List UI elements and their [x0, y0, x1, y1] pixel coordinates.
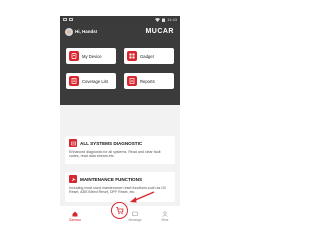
reports-button[interactable]: Reports — [124, 73, 174, 89]
coverage-list-label: Coverage List — [82, 78, 108, 84]
tab-label: Mine — [161, 218, 169, 222]
status-notification-icons — [63, 18, 73, 21]
brand-logo: MUCAR — [145, 28, 174, 35]
device-icon — [69, 51, 79, 61]
diagnostic-icon — [69, 139, 77, 147]
card-title: MAINTENANCE FUNCTIONS — [80, 176, 143, 182]
coverage-icon — [69, 76, 79, 86]
reports-label: Reports — [140, 78, 155, 84]
my-device-button[interactable]: My Device — [66, 48, 116, 64]
gadget-label: Gadget — [140, 53, 154, 59]
home-icon — [72, 211, 78, 217]
card-title: ALL SYSTEMS DIAGNOSTIC — [80, 140, 143, 146]
notification-icon — [69, 18, 73, 21]
notification-icon — [63, 18, 67, 21]
app-screen: 11:43 Hi, Hands! MUCAR My Device Gadget … — [60, 16, 180, 224]
greeting-text: Hi, Hands! — [75, 29, 98, 34]
maintenance-functions-card[interactable]: MAINTENANCE FUNCTIONS Including most use… — [65, 172, 175, 202]
my-device-label: My Device — [82, 53, 102, 59]
card-description: Enhanced diagnostic for all systems. Rea… — [69, 150, 161, 159]
all-systems-diagnostic-card[interactable]: ALL SYSTEMS DIAGNOSTIC Enhanced diagnost… — [65, 136, 175, 164]
tab-garrison[interactable]: Garrison — [63, 211, 87, 222]
coverage-list-button[interactable]: Coverage List — [66, 73, 116, 89]
message-icon — [132, 211, 138, 217]
cart-button[interactable] — [111, 202, 128, 219]
reports-icon — [127, 76, 137, 86]
pointer-arrow-icon — [130, 191, 155, 203]
tab-mine[interactable]: Mine — [153, 211, 177, 222]
maintenance-icon — [69, 175, 77, 183]
wifi-icon — [155, 17, 161, 22]
status-time: 11:43 — [167, 17, 177, 22]
cart-icon — [116, 207, 124, 215]
tab-label: Message — [128, 218, 142, 222]
status-bar: 11:43 — [60, 16, 180, 23]
status-right: 11:43 — [155, 17, 177, 22]
tab-label: Garrison — [68, 218, 82, 222]
person-icon — [162, 211, 168, 217]
battery-icon — [162, 18, 166, 22]
avatar[interactable] — [65, 28, 73, 36]
header-panel: Hi, Hands! MUCAR My Device Gadget Covera… — [60, 23, 180, 105]
gadget-icon — [127, 51, 137, 61]
gadget-button[interactable]: Gadget — [124, 48, 174, 64]
